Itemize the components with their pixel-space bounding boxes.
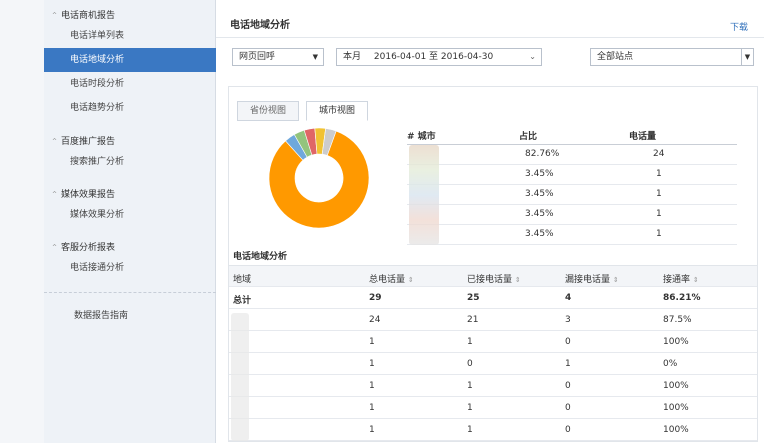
sort-icon: ⇕ (612, 276, 619, 284)
sort-icon: ⇕ (692, 276, 699, 284)
sidebar-item-media-effect[interactable]: 媒体效果分析 (44, 203, 216, 227)
redacted-city-names (409, 145, 439, 245)
sidebar-item-phone-list[interactable]: 电话详单列表 (44, 24, 216, 48)
collapse-caret-icon: ^ (52, 138, 58, 145)
dropdown-arrow-icon: ⌄ (529, 52, 536, 61)
sidebar-group-baidu-report[interactable]: ^ 百度推广报告 (52, 134, 115, 147)
main-content: 电话地域分析 下载 网页回呼 ▼ 本月 2016-04-01 至 2016-04… (216, 0, 764, 443)
detail-total-row: 总计 29 25 4 86.21% (229, 287, 757, 309)
sidebar-item-phone-connect[interactable]: 电话接通分析 (44, 256, 216, 280)
city-table-header: # 城市 占比 电话量 (407, 125, 737, 145)
city-row: 82.76% 24 (407, 145, 737, 165)
sidebar-divider (44, 292, 216, 293)
sidebar: ^ 电话商机报告 电话详单列表 电话地域分析 电话时段分析 电话趋势分析 ^ 百度推… (44, 0, 216, 443)
detail-table-header: 地域 总电话量 ⇕ 已接电话量 ⇕ 漏接电话量 ⇕ 接通率 ⇕ (229, 265, 757, 287)
download-link[interactable]: 下载 (730, 20, 748, 33)
city-row: 3.45% 1 (407, 165, 737, 185)
detail-table: 地域 总电话量 ⇕ 已接电话量 ⇕ 漏接电话量 ⇕ 接通率 ⇕ 总计 29 25… (229, 265, 757, 441)
sort-icon: ⇕ (407, 276, 414, 284)
col-answered-calls[interactable]: 已接电话量 ⇕ (467, 272, 521, 285)
col-connect-rate[interactable]: 接通率 ⇕ (663, 272, 699, 285)
col-share: 占比 (519, 132, 538, 142)
col-total-calls[interactable]: 总电话量 ⇕ (369, 272, 414, 285)
table-row: 1 0 1 0% (229, 353, 757, 375)
collapse-caret-icon: ^ (52, 12, 58, 19)
dropdown-arrow-icon: ▼ (741, 49, 753, 65)
city-row: 3.45% 1 (407, 185, 737, 205)
col-missed-calls[interactable]: 漏接电话量 ⇕ (565, 272, 619, 285)
col-calls: 电话量 (629, 132, 657, 142)
sidebar-item-phone-time[interactable]: 电话时段分析 (44, 72, 216, 96)
sidebar-item-phone-region[interactable]: 电话地域分析 (44, 48, 216, 72)
sidebar-group-service-report[interactable]: ^ 客服分析报表 (52, 240, 115, 253)
donut-chart (268, 127, 370, 229)
table-row: 1 1 0 100% (229, 375, 757, 397)
analysis-panel: 省份视图 城市视图 # 城市 占比 电话量 82.76% 24 3.45% 1 3.… (228, 86, 758, 442)
sidebar-item-phone-trend[interactable]: 电话趋势分析 (44, 96, 216, 120)
section-title: 电话地域分析 (233, 252, 288, 262)
table-row: 1 1 0 100% (229, 331, 757, 353)
tab-province-view[interactable]: 省份视图 (237, 101, 300, 121)
city-row: 3.45% 1 (407, 205, 737, 225)
col-city: # 城市 (407, 132, 436, 142)
header-divider (216, 37, 764, 38)
sidebar-item-search-promo[interactable]: 搜索推广分析 (44, 150, 216, 174)
col-region: 地域 (233, 275, 252, 285)
tab-city-view[interactable]: 城市视图 (306, 101, 369, 121)
call-type-select[interactable]: 网页回呼 ▼ (232, 48, 324, 66)
page-title: 电话地域分析 (230, 20, 290, 31)
sidebar-group-media-report[interactable]: ^ 媒体效果报告 (52, 187, 115, 200)
city-row: 3.45% 1 (407, 225, 737, 245)
sort-icon: ⇕ (514, 276, 521, 284)
redacted-region-names (231, 313, 249, 441)
sidebar-item-guide[interactable]: 数据报告指南 (44, 304, 216, 328)
table-row: 1 1 0 100% (229, 419, 757, 441)
collapse-caret-icon: ^ (52, 191, 58, 198)
table-row: 24 21 3 87.5% (229, 309, 757, 331)
dropdown-arrow-icon: ▼ (312, 53, 318, 61)
sidebar-group-phone-report[interactable]: ^ 电话商机报告 (52, 8, 115, 21)
site-select[interactable]: 全部站点 ▼ (590, 48, 754, 66)
date-range-select[interactable]: 本月 2016-04-01 至 2016-04-30 ⌄ (336, 48, 542, 66)
table-row: 1 1 0 100% (229, 397, 757, 419)
collapse-caret-icon: ^ (52, 244, 58, 251)
city-table: # 城市 占比 电话量 82.76% 24 3.45% 1 3.45% 1 3.45%… (407, 125, 737, 245)
